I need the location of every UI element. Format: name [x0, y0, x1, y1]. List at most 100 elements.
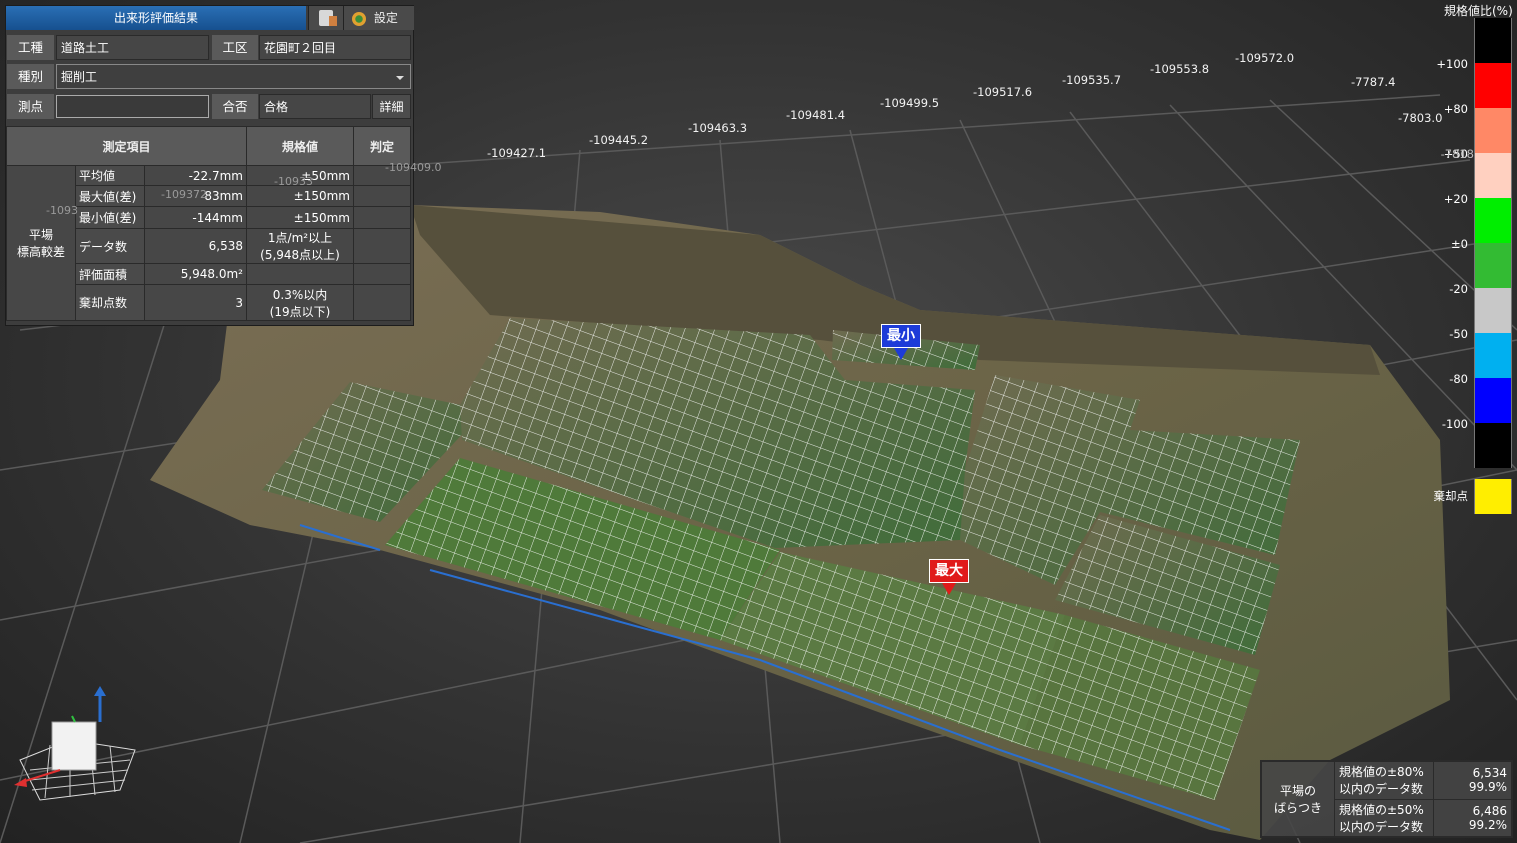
- row-spec: ±150mm: [246, 185, 354, 207]
- row-value: 3: [144, 284, 247, 321]
- work-type-label: 工種: [7, 35, 54, 60]
- variation-stats: 平場の ばらつき 規格値の±80% 以内のデータ数 6,534 99.9% 規格…: [1260, 760, 1513, 838]
- reject-swatch: [1474, 479, 1512, 514]
- scale-swatch: [1474, 243, 1512, 288]
- point-label: 測点: [7, 94, 54, 119]
- work-type-field[interactable]: 道路土工: [56, 35, 209, 60]
- scale-swatch: [1474, 378, 1512, 423]
- row-value: -144mm: [144, 206, 247, 229]
- coord-label: -7787.4: [1351, 75, 1396, 89]
- row-label: データ数: [75, 228, 145, 264]
- row-label: 平均値: [75, 165, 145, 186]
- section-field[interactable]: 花園町２回目: [259, 35, 411, 60]
- row-label: 評価面積: [75, 263, 145, 285]
- measurement-table: 測定項目 規格値 判定 平場 標高較差 平均値 -22.7mm ±50mm 最大…: [6, 126, 411, 321]
- group-label: 平場 標高較差: [6, 165, 76, 321]
- stats-desc-line2: 以内のデータ数: [1339, 819, 1424, 834]
- header-item: 測定項目: [6, 126, 247, 166]
- scale-swatch: [1474, 423, 1512, 468]
- row-spec-line1: 0.3%以内: [272, 287, 328, 302]
- row-judge: [353, 206, 411, 229]
- row-label: 最小値(差): [75, 206, 145, 229]
- clipboard-button[interactable]: [308, 6, 343, 30]
- reject-label: 棄却点: [1433, 489, 1469, 503]
- coord-label: -109535.7: [1062, 73, 1122, 87]
- max-marker[interactable]: 最大: [929, 559, 969, 595]
- evaluation-panel: 出来形評価結果 設定 工種 道路土工 工区 花園町２回目 種別 掘削工 測点 合…: [5, 5, 441, 326]
- stats-value: 6,534 99.9%: [1433, 761, 1512, 800]
- panel-title: 出来形評価結果: [6, 6, 306, 30]
- scale-tick: -50: [1449, 327, 1468, 341]
- row-spec-line2: (5,948点以上): [260, 248, 340, 262]
- scale-tick: ±0: [1451, 237, 1468, 251]
- scale-swatch: [1474, 288, 1512, 333]
- settings-button[interactable]: 設定: [343, 6, 414, 30]
- stats-value: 6,486 99.2%: [1433, 798, 1512, 837]
- row-spec: 1点/m²以上 (5,948点以上): [246, 228, 354, 264]
- scale-swatch: [1474, 63, 1512, 108]
- category-select[interactable]: 掘削工: [56, 64, 411, 89]
- pass-label: 合否: [212, 94, 258, 119]
- scale-swatch: [1474, 333, 1512, 378]
- ghost-coord: -109372: [161, 188, 207, 201]
- group-label-line1: 平場: [28, 228, 53, 242]
- stats-desc-line2: 以内のデータ数: [1339, 782, 1424, 797]
- ghost-coord: -10933: [274, 175, 313, 188]
- scale-swatch: [1474, 108, 1512, 153]
- stats-label: 平場の ばらつき: [1261, 761, 1335, 837]
- category-value: 掘削工: [61, 70, 98, 84]
- row-label: 棄却点数: [75, 284, 145, 321]
- min-marker[interactable]: 最小: [881, 324, 921, 360]
- scale-tick: +100: [1436, 57, 1468, 71]
- clipboard-icon: [319, 10, 337, 26]
- detail-button[interactable]: 詳細: [372, 94, 411, 119]
- row-value: 6,538: [144, 228, 247, 264]
- row-judge: [353, 263, 411, 285]
- header-spec: 規格値: [246, 126, 354, 166]
- group-label-line2: 標高較差: [16, 245, 65, 259]
- coord-label: -109499.5: [880, 96, 940, 110]
- row-value: 5,948.0m²: [144, 263, 247, 285]
- stats-pct: 99.2%: [1468, 817, 1507, 832]
- stats-label-line1: 平場の: [1279, 784, 1316, 798]
- scale-tick: -100: [1441, 417, 1468, 431]
- stats-pct: 99.9%: [1468, 780, 1507, 795]
- stats-label-line2: ばらつき: [1273, 801, 1322, 815]
- scale-swatch: [1474, 198, 1512, 243]
- row-spec: 0.3%以内 (19点以下): [246, 284, 354, 321]
- ghost-tick: -7818: [1440, 147, 1474, 161]
- row-judge: [353, 185, 411, 207]
- scale-tick: +20: [1443, 192, 1468, 206]
- max-marker-label: 最大: [929, 559, 969, 583]
- category-label: 種別: [7, 64, 54, 89]
- coord-label: -109481.4: [786, 108, 846, 122]
- row-judge: [353, 228, 411, 264]
- row-spec: ±150mm: [246, 206, 354, 229]
- stats-desc-line1: 規格値の±80%: [1339, 765, 1424, 780]
- stats-desc: 規格値の±80% 以内のデータ数: [1334, 761, 1434, 800]
- scale-tick: +80: [1443, 102, 1468, 116]
- stats-desc: 規格値の±50% 以内のデータ数: [1334, 798, 1434, 837]
- row-value: -22.7mm: [144, 165, 247, 186]
- stats-count: 6,534: [1472, 766, 1507, 781]
- scale-title: 規格値比(%): [1444, 4, 1513, 18]
- stats-desc-line1: 規格値の±50%: [1339, 802, 1424, 817]
- chevron-down-icon: [396, 76, 404, 80]
- min-marker-label: 最小: [881, 324, 921, 348]
- row-spec-line1: 1点/m²以上: [267, 231, 333, 245]
- coord-label: -109572.0: [1235, 51, 1295, 65]
- pass-value: 合格: [259, 94, 371, 119]
- coord-label: -109427.1: [487, 146, 547, 160]
- scale-tick: -20: [1449, 282, 1468, 296]
- section-label: 工区: [212, 35, 258, 60]
- scale-swatch: [1474, 153, 1512, 198]
- ghost-coord: -1093: [46, 204, 78, 217]
- row-spec: [246, 263, 354, 285]
- coord-label: -109517.6: [973, 85, 1033, 99]
- point-input[interactable]: [56, 95, 209, 118]
- header-judge: 判定: [353, 126, 411, 166]
- coord-label: -109445.2: [589, 133, 649, 147]
- stats-count: 6,486: [1472, 803, 1507, 818]
- row-spec-line2: (19点以下): [269, 304, 331, 319]
- gear-icon: [352, 11, 366, 26]
